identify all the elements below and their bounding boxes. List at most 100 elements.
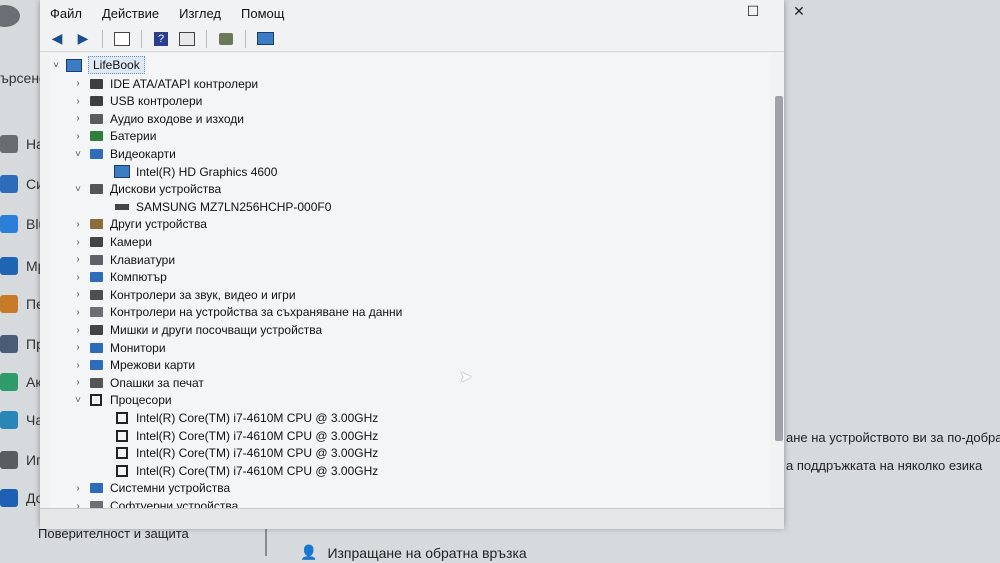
processor-icon (88, 393, 104, 407)
tree-category[interactable]: › Софтуерни устройства (72, 497, 238, 508)
close-button[interactable]: ✕ (776, 0, 822, 22)
chevron-down-icon[interactable]: ˅ (72, 149, 84, 160)
forward-button[interactable]: ▶ (72, 29, 94, 49)
tree-item-label: Системни устройства (110, 481, 231, 496)
properties-button[interactable] (111, 29, 133, 49)
tree-device[interactable]: Intel(R) Core(TM) i7-4610M CPU @ 3.00GHz (98, 444, 378, 462)
settings-nav-item-system[interactable]: Си (0, 166, 44, 202)
chevron-right-icon[interactable]: › (72, 325, 84, 336)
tree-item-label: Мрежови карти (110, 358, 196, 373)
chevron-right-icon[interactable]: › (72, 377, 84, 388)
tree-category[interactable]: › Монитори (72, 339, 165, 357)
tree-category[interactable]: › Компютър (72, 268, 167, 286)
chevron-right-icon[interactable]: › (72, 113, 84, 124)
printer-icon (219, 32, 233, 45)
chevron-right-icon[interactable]: › (72, 78, 84, 89)
computer-icon (88, 270, 104, 284)
back-button[interactable]: ◀ (46, 29, 68, 49)
tree-category[interactable]: › Аудио входове и изходи (72, 110, 244, 128)
menu-action[interactable]: Действие (92, 6, 169, 21)
properties-icon (114, 31, 130, 46)
tree-category[interactable]: ˅ Процесори (72, 391, 172, 409)
tree-category[interactable]: › Камери (72, 233, 152, 251)
tree-root[interactable]: ˅ LifeBook (50, 56, 145, 74)
tree-category[interactable]: › USB контролери (72, 92, 202, 110)
chevron-right-icon[interactable]: › (72, 131, 84, 142)
mouse-icon (88, 323, 104, 337)
chevron-down-icon[interactable]: ˅ (72, 184, 84, 195)
chevron-right-icon[interactable]: › (72, 342, 84, 353)
chevron-right-icon[interactable]: › (72, 360, 84, 371)
settings-nav-item-apps[interactable]: Пр (0, 326, 44, 362)
brush-icon (0, 295, 18, 313)
feedback-icon: 👤 (300, 544, 318, 560)
software-device-icon (88, 499, 104, 508)
chevron-right-icon[interactable]: › (72, 289, 84, 300)
monitor-icon (0, 175, 18, 193)
chevron-right-icon[interactable]: › (72, 96, 84, 107)
chevron-right-icon[interactable]: › (72, 501, 84, 509)
tree-device[interactable]: Intel(R) HD Graphics 4600 (98, 163, 277, 181)
scan-hardware-button[interactable] (254, 29, 276, 49)
back-arrow-icon: ◀ (51, 30, 63, 46)
usb-icon (88, 94, 104, 108)
menu-file[interactable]: Файл (40, 6, 92, 21)
chevron-down-icon[interactable]: ˅ (50, 60, 62, 71)
tree-category[interactable]: › Други устройства (72, 215, 207, 233)
maximize-button[interactable]: ☐ (730, 0, 776, 22)
tree-device[interactable]: Intel(R) Core(TM) i7-4610M CPU @ 3.00GHz (98, 427, 378, 445)
gamepad-icon (0, 451, 18, 469)
print-button[interactable] (215, 29, 237, 49)
tree-item-label: Други устройства (110, 217, 207, 232)
help-button[interactable]: ? (150, 29, 172, 49)
chevron-right-icon[interactable]: › (72, 219, 84, 230)
tree-category[interactable]: › Мрежови карти (72, 356, 195, 374)
device-tree[interactable]: ˅ LifeBook › IDE ATA/ATAPI контролери › USB к… (50, 54, 770, 508)
tree-item-label: Контролери за звук, видео и игри (110, 287, 296, 302)
processor-icon (114, 411, 130, 425)
tree-category[interactable]: › Контролери на устройства за съхраняване… (72, 303, 402, 321)
tree-item-label: Intel(R) Core(TM) i7-4610M CPU @ 3.00GHz (136, 411, 379, 425)
feedback-label: Изпращане на обратна връзка (327, 544, 527, 561)
chevron-down-icon[interactable]: ˅ (72, 395, 84, 406)
settings-nav-item-personalization[interactable]: Пе (0, 286, 44, 322)
tree-device[interactable]: Intel(R) Core(TM) i7-4610M CPU @ 3.00GHz (98, 409, 378, 427)
settings-nav-item-network[interactable]: Мр (0, 248, 45, 284)
tree-category[interactable]: › Клавиатури (72, 251, 175, 269)
menu-help[interactable]: Помощ (231, 6, 294, 21)
bluetooth-icon (0, 215, 18, 233)
tree-category[interactable]: › Мишки и други посочващи устройства (72, 321, 322, 339)
tree-category[interactable]: ˅ Видеокарти (72, 145, 176, 163)
apps-icon (0, 335, 18, 353)
system-device-icon (88, 481, 104, 495)
keyboard-icon (88, 253, 104, 267)
settings-description-text: а поддръжката на няколко езика (786, 458, 983, 473)
chevron-right-icon[interactable]: › (72, 307, 84, 318)
toolbar: ◀ ▶ ? (40, 26, 784, 52)
settings-nav-item-home[interactable]: На (0, 126, 44, 162)
tree-category[interactable]: › IDE ATA/ATAPI контролери (72, 75, 258, 93)
tree-category[interactable]: › Опашки за печат (72, 374, 204, 392)
tree-category[interactable]: › Системни устройства (72, 479, 230, 497)
chevron-right-icon[interactable]: › (72, 272, 84, 283)
view-button[interactable] (176, 29, 198, 49)
tree-device[interactable]: Intel(R) Core(TM) i7-4610M CPU @ 3.00GHz (98, 462, 378, 480)
globe-clock-icon (0, 411, 18, 429)
ide-controller-icon (88, 77, 104, 91)
vertical-scrollbar[interactable] (775, 96, 783, 441)
settings-nav-item-accessibility[interactable]: До (0, 480, 43, 516)
menu-view[interactable]: Изглед (169, 6, 231, 21)
toolbar-separator (141, 29, 142, 48)
chevron-right-icon[interactable]: › (72, 483, 84, 494)
tree-item-label: SAMSUNG MZ7LN256HCHP-000F0 (136, 199, 332, 214)
tree-item-label: Intel(R) Core(TM) i7-4610M CPU @ 3.00GHz (136, 428, 379, 443)
chevron-right-icon[interactable]: › (72, 237, 84, 248)
feedback-link[interactable]: 👤 Изпращане на обратна връзка (300, 544, 527, 561)
tree-item-label: Видеокарти (110, 147, 176, 161)
tree-category[interactable]: › Контролери за звук, видео и игри (72, 286, 296, 304)
tree-category[interactable]: › Батерии (72, 127, 156, 145)
tree-device[interactable]: SAMSUNG MZ7LN256HCHP-000F0 (98, 198, 331, 216)
chevron-right-icon[interactable]: › (72, 254, 84, 265)
tree-item-label: Intel(R) Core(TM) i7-4610M CPU @ 3.00GHz (136, 463, 379, 478)
tree-category[interactable]: ˅ Дискови устройства (72, 180, 221, 198)
